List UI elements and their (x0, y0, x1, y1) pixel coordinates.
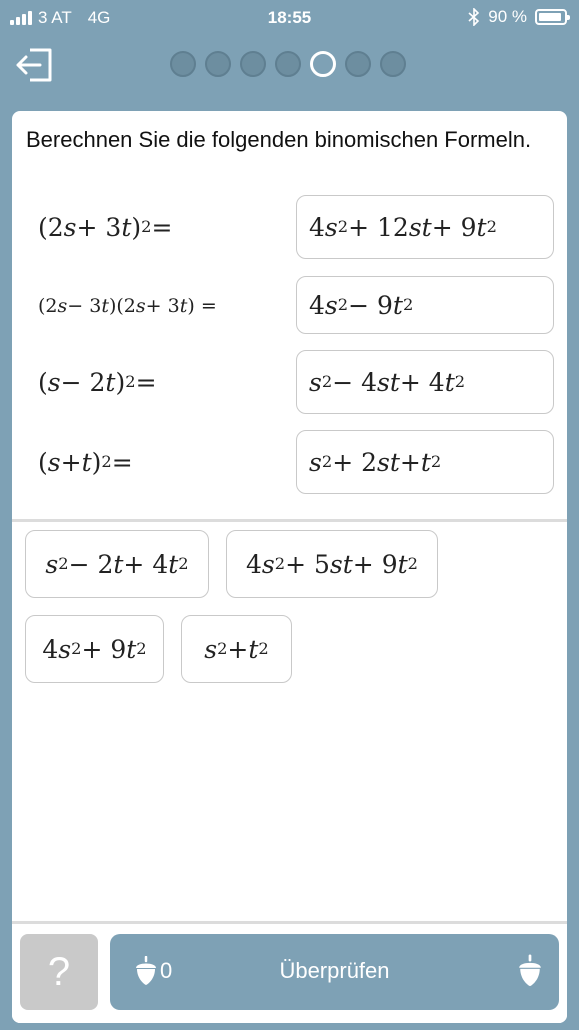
answer-slot-4[interactable]: s2 + 2st + t2 (296, 430, 554, 494)
progress-dot (310, 51, 336, 77)
exercise-card: Berechnen Sie die folgenden binomischen … (12, 111, 567, 1023)
acorn-icon (519, 954, 541, 987)
battery-fill (539, 13, 561, 21)
status-bar: 3 AT 4G 18:55 90 % (0, 0, 579, 36)
equation-left-1: (2 s + 3 t) 2 = (38, 212, 173, 242)
progress-dot (380, 51, 406, 77)
option-card-4[interactable]: s2 + t2 (181, 615, 292, 683)
progress-dot (170, 51, 196, 77)
exit-button[interactable] (14, 44, 56, 86)
battery-label: 90 % (488, 7, 527, 26)
acorn-icon-right (517, 954, 543, 994)
progress-dot (205, 51, 231, 77)
answer-slot-1[interactable]: 4s2 + 12st + 9t2 (296, 195, 554, 259)
help-label: ? (47, 949, 71, 994)
equation-left-4: (s + t) 2 = (38, 447, 133, 477)
help-button[interactable]: ? (20, 934, 98, 1010)
battery-icon (535, 9, 570, 25)
check-label: Überprüfen (279, 958, 390, 983)
equation-left-3: (s − 2 t) 2 = (38, 367, 157, 397)
bottom-bar: ? 0 Überprüfen (12, 921, 567, 1023)
progress-dot (275, 51, 301, 77)
answer-slot-3[interactable]: s2 − 4st + 4t2 (296, 350, 554, 414)
option-card-1[interactable]: s2 − 2t + 4t2 (25, 530, 209, 598)
progress-indicator (170, 51, 406, 77)
equation-row-4: (s + t) 2 = s2 + 2st + t2 (12, 430, 567, 494)
option-card-3[interactable]: 4s2 + 9t2 (25, 615, 164, 683)
equation-row-3: (s − 2 t) 2 = s2 − 4st + 4t2 (12, 350, 567, 414)
exit-icon (16, 48, 52, 82)
answer-slot-2[interactable]: 4s2 − 9t2 (296, 276, 554, 334)
status-right: 90 % (468, 7, 570, 27)
equation-row-1: (2 s + 3 t) 2 = 4s2 + 12st + 9t2 (12, 195, 567, 259)
instruction-text: Berechnen Sie die folgenden binomischen … (26, 127, 532, 152)
equation-left-2: (2 s − 3 t)(2 s + 3 t) = (38, 295, 217, 317)
progress-dot (240, 51, 266, 77)
divider (12, 519, 567, 522)
bluetooth-icon (468, 8, 480, 26)
equation-row-2: (2 s − 3 t)(2 s + 3 t) = 4s2 − 9t2 (12, 274, 567, 338)
option-card-2[interactable]: 4s2 + 5st + 9t2 (226, 530, 438, 598)
progress-dot (345, 51, 371, 77)
check-button[interactable]: 0 Überprüfen (110, 934, 559, 1010)
